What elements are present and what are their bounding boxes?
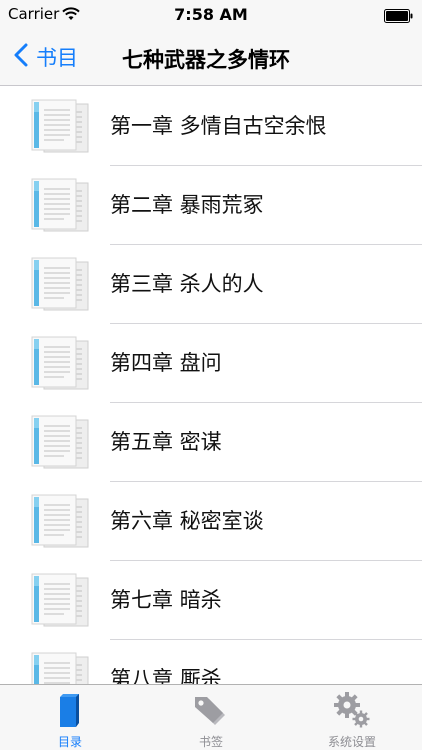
chapter-list: 第一章 多情自古空余恨 第二章 暴雨荒冢 第三章 杀人的人 第四章 盘问 第五章… <box>0 86 422 684</box>
document-icon <box>30 98 90 158</box>
chapter-row[interactable]: 第五章 密谋 <box>0 402 422 482</box>
battery-icon <box>384 8 414 27</box>
chapter-row[interactable]: 第七章 暗杀 <box>0 560 422 640</box>
status-bar: Carrier 7:58 AM <box>0 0 422 30</box>
tab-settings[interactable]: 系统设置 <box>282 685 422 751</box>
document-icon <box>30 572 90 632</box>
document-icon <box>30 177 90 237</box>
chapter-row[interactable]: 第四章 盘问 <box>0 323 422 403</box>
chapter-title: 第一章 多情自古空余恨 <box>110 114 327 138</box>
chapter-row[interactable]: 第一章 多情自古空余恨 <box>0 86 422 166</box>
back-button[interactable]: 书目 <box>14 40 78 74</box>
chapter-title: 第六章 秘密室谈 <box>110 509 264 533</box>
page-title: 七种武器之多情环 <box>122 48 290 72</box>
tab-contents[interactable]: 目录 <box>0 685 140 751</box>
chapter-row[interactable]: 第二章 暴雨荒冢 <box>0 165 422 245</box>
tab-settings-label: 系统设置 <box>327 735 376 749</box>
book-icon <box>57 691 83 733</box>
chapter-title: 第二章 暴雨荒冢 <box>110 193 264 217</box>
gears-icon <box>333 691 371 733</box>
document-icon <box>30 414 90 474</box>
chapter-title: 第三章 杀人的人 <box>110 272 264 296</box>
chapter-title: 第四章 盘问 <box>110 351 222 375</box>
chapter-row[interactable]: 第八章 厮杀 <box>0 639 422 684</box>
tab-bookmarks-label: 书签 <box>198 735 223 749</box>
navigation-bar: 书目 七种武器之多情环 <box>0 30 422 86</box>
chapter-title: 第五章 密谋 <box>110 430 222 454</box>
document-icon <box>30 651 90 684</box>
back-button-label: 书目 <box>36 46 78 70</box>
document-icon <box>30 335 90 395</box>
tab-bar: 目录 书签 系统设置 <box>0 684 422 750</box>
chevron-left-icon <box>14 43 28 71</box>
tab-bookmarks[interactable]: 书签 <box>141 685 281 751</box>
tab-contents-label: 目录 <box>57 735 82 749</box>
document-icon <box>30 256 90 316</box>
chapter-row[interactable]: 第三章 杀人的人 <box>0 244 422 324</box>
tag-icon <box>193 695 229 731</box>
status-time: 7:58 AM <box>174 5 248 24</box>
document-icon <box>30 493 90 553</box>
chapter-row[interactable]: 第六章 秘密室谈 <box>0 481 422 561</box>
chapter-title: 第八章 厮杀 <box>110 667 222 684</box>
chapter-title: 第七章 暗杀 <box>110 588 222 612</box>
